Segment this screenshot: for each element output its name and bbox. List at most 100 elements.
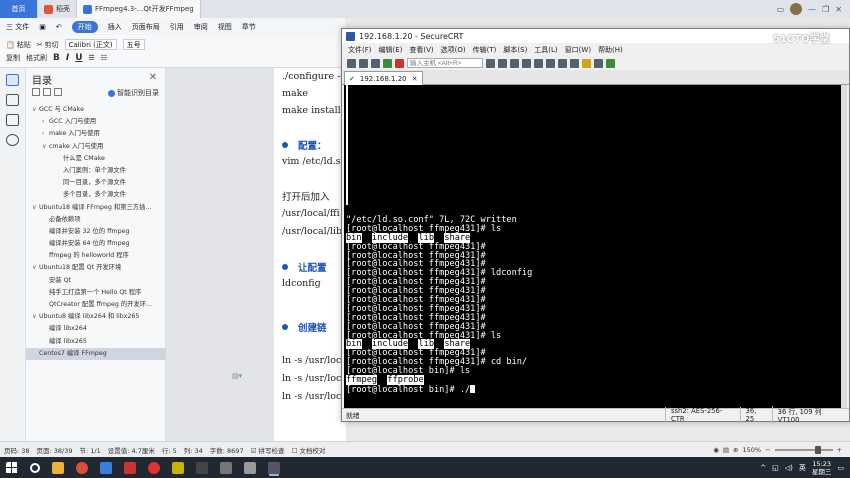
web-view-icon[interactable]: ⊕ [733,446,738,454]
toc-item[interactable]: 同一目录，多个源文件 [26,177,166,189]
close-icon[interactable]: ✕ [835,5,842,14]
underline-button[interactable]: U [75,53,82,63]
toc-item[interactable]: 编译并安装 64 位的 ffmpeg [26,238,166,250]
toc-item[interactable]: QtCreator 配置 ffmpeg 的开发环... [26,299,166,311]
list-icon[interactable]: ☷ [101,54,107,62]
level-icon[interactable] [54,88,62,96]
font-name-select[interactable]: Calibri (正文) [64,39,117,50]
chevron-right-icon[interactable]: › [42,116,49,128]
terminal[interactable]: "/etc/ld.so.conf" 7L, 72C written [root@l… [344,85,847,408]
options-icon[interactable] [558,58,567,68]
menu-reference[interactable]: 引用 [170,22,184,32]
menu-review[interactable]: 审阅 [194,22,208,32]
chrome-icon[interactable] [76,461,88,474]
toc-toggle-icon[interactable] [6,74,19,86]
help-icon[interactable] [594,58,603,68]
bookmark-icon[interactable] [6,114,19,126]
toc-item[interactable]: ∨ cmake 入门与使用 [26,141,166,153]
avatar[interactable] [790,3,803,15]
ime-indicator[interactable]: 英 [799,463,806,473]
cut-button[interactable]: ✂ 剪切 [37,40,59,50]
paste-button[interactable]: 📋 粘贴 [6,40,31,50]
font-size-select[interactable]: 五号 [122,39,145,50]
keymap-icon[interactable] [582,58,591,68]
maximize-icon[interactable]: ❐ [822,5,829,14]
proofread-button[interactable]: ☐ 文档校对 [292,445,326,455]
chevron-down-icon[interactable]: ∨ [32,262,39,274]
bold-button[interactable]: B [53,53,60,63]
notification-icon[interactable]: ▭ [837,464,844,472]
zoom-in-icon[interactable]: + [837,446,842,454]
undo-icon[interactable]: ↶ [56,23,62,31]
menu-layout[interactable]: 页面布局 [132,22,160,32]
toc-item[interactable]: ∨ Ubuntu18 编译 FFmpeg 和第三方插... [26,202,166,214]
terminal-icon[interactable] [196,461,208,474]
crt-menu-item[interactable]: 窗口(W) [565,45,591,55]
search-icon[interactable] [6,134,19,146]
menu-chapter[interactable]: 章节 [242,22,256,32]
crt-menu-item[interactable]: 工具(L) [534,45,557,55]
log-icon[interactable] [534,58,543,68]
close-tab-icon[interactable]: ✕ [412,75,418,83]
crt-menu-item[interactable]: 选项(O) [441,45,466,55]
toc-item[interactable]: 编译 libx265 [26,336,166,348]
crt-menu-item[interactable]: 文件(F) [348,45,372,55]
tab-straw[interactable]: 稻壳 [38,0,77,18]
find-icon[interactable] [510,58,519,68]
app-icon-2[interactable] [172,461,184,474]
toc-item[interactable]: › make 入门与使用 [26,128,166,140]
tray-chevron-icon[interactable]: ^ [760,464,766,472]
align-icon[interactable]: ☰ [89,54,95,62]
recorder-icon[interactable] [148,461,160,474]
toc-item[interactable]: 编译 libx264 [26,323,166,335]
view-mode-icon[interactable]: ▤ [723,446,729,454]
windows-start-icon[interactable] [6,461,18,474]
toc-item[interactable]: ffmpeg 的 helloworld 程序 [26,250,166,262]
crt-menu-item[interactable]: 帮助(H) [598,45,623,55]
toc-item[interactable]: › GCC 入门与使用 [26,116,166,128]
chevron-right-icon[interactable]: › [42,128,49,140]
chevron-down-icon[interactable]: ∨ [42,141,49,153]
clock[interactable]: 15:23 星期三 [812,460,832,476]
chevron-down-icon[interactable]: ∨ [32,104,39,116]
toc-item[interactable]: 必备依赖项 [26,214,166,226]
menu-view[interactable]: 视图 [218,22,232,32]
crt-menu-item[interactable]: 编辑(E) [379,45,403,55]
collapse-all-icon[interactable] [32,88,40,96]
toc-item[interactable]: ∨ Ubuntu8 编译 libx264 和 libx265 [26,311,166,323]
toc-item[interactable]: ∨ Ubuntu18 配置 Qt 开发环境 [26,262,166,274]
app-icon[interactable] [100,461,112,474]
terminal-scrollbar[interactable] [841,85,847,408]
toc-item[interactable]: 多个目录，多个源文件 [26,189,166,201]
document-page[interactable]: ./configure -- make make install 配置： vim… [274,68,346,441]
crt-menu-item[interactable]: 传输(T) [473,45,497,55]
search-icon[interactable] [30,462,40,473]
layout-icon[interactable]: ▭ [777,5,785,14]
screen-icon[interactable] [606,58,615,68]
folder-icon[interactable] [6,94,19,106]
toc-item[interactable]: 纯手工打造第一个 Hello Qt 程序 [26,287,166,299]
toc-item[interactable]: Centos7 编译 FFmpeg [26,347,166,360]
paste-icon[interactable] [498,58,507,68]
crt-menu-item[interactable]: 脚本(S) [503,45,527,55]
menu-insert[interactable]: 插入 [108,22,122,32]
disconnect-icon[interactable] [395,58,404,68]
wps-icon[interactable] [124,461,136,474]
save-icon[interactable]: ▣ [39,23,46,31]
menu-file[interactable]: 三 文件 [6,22,29,32]
zoom-level[interactable]: 150% [743,446,762,454]
copy-button[interactable]: 复制 [6,53,20,63]
copy-icon[interactable] [486,58,495,68]
tab-document[interactable]: FFmpeg4.3-...Qt开发FFmpeg [77,0,201,18]
vm-icon[interactable] [220,461,232,474]
toc-item[interactable]: 什么是 CMake [26,153,166,165]
paragraph-handle-icon[interactable]: ▤▾ [232,372,244,382]
tab-home[interactable]: 首页 [0,0,38,18]
chevron-down-icon[interactable]: ∨ [32,311,39,323]
spell-check-button[interactable]: ☑ 拼写检查 [251,445,285,455]
menu-start[interactable]: 开始 [71,20,98,33]
toc-close-icon[interactable]: ✕ [149,72,157,83]
toc-item[interactable]: 入门案例：单个源文件 [26,165,166,177]
volume-icon[interactable]: ◁) [785,464,793,472]
host-input[interactable] [407,58,483,68]
